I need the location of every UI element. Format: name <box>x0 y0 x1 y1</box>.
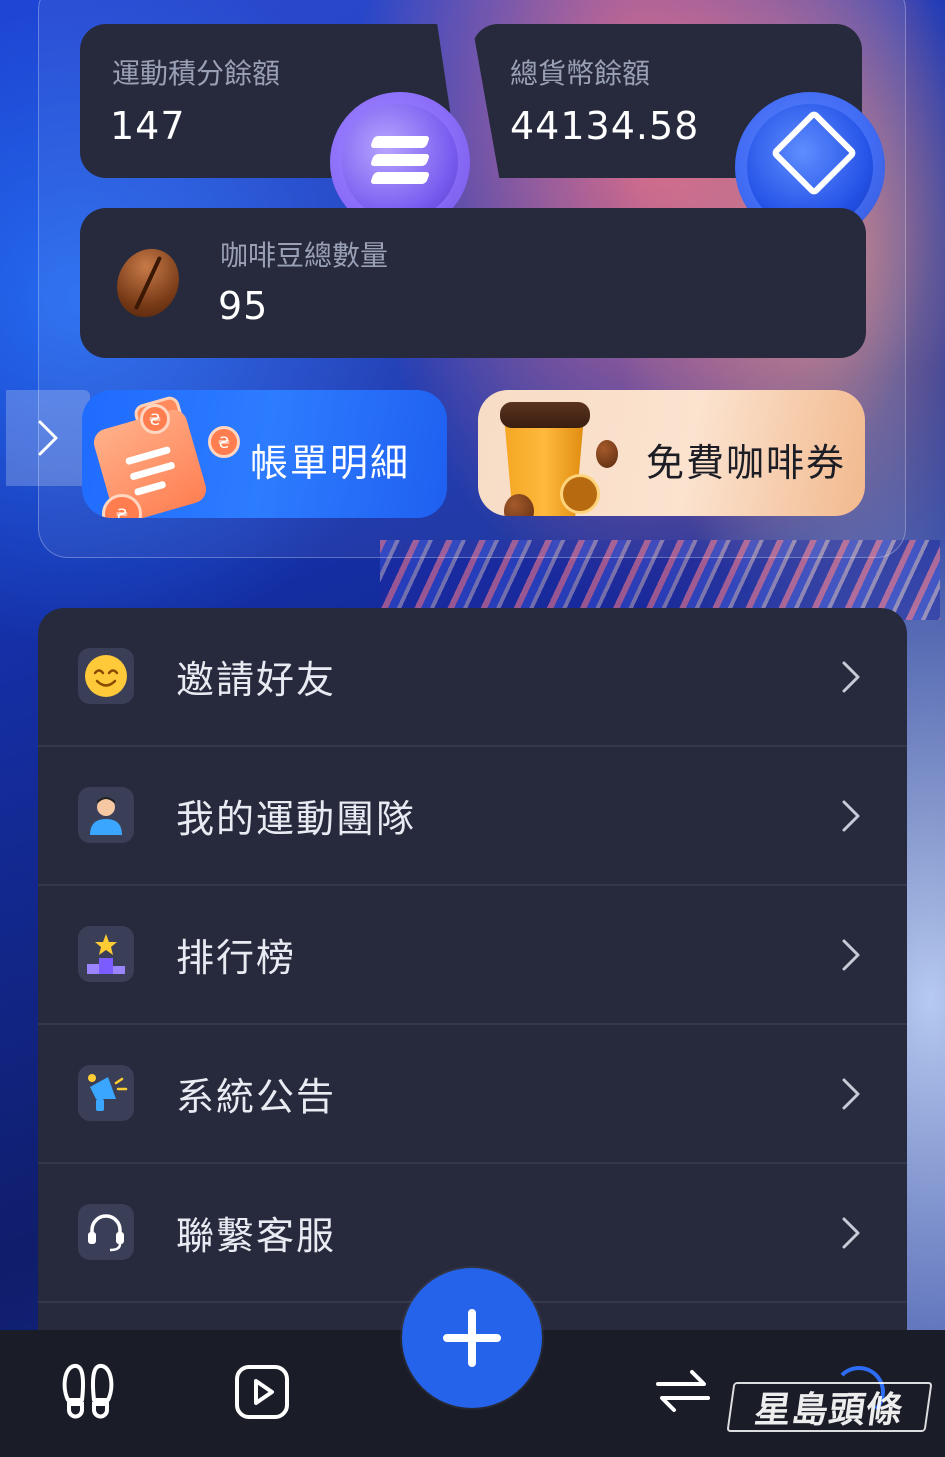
add-button[interactable] <box>402 1268 542 1408</box>
sport-points-value: 147 <box>110 104 186 148</box>
free-coffee-coupon-label: 免費咖啡券 <box>646 441 847 485</box>
chevron-right-icon <box>842 939 860 971</box>
total-currency-value: 44134.58 <box>510 104 700 148</box>
menu-item-my-sport-team[interactable]: 我的運動團隊 <box>38 747 907 886</box>
news-watermark: 星島頭條 <box>726 1382 933 1432</box>
coffee-cup-lid <box>500 402 590 428</box>
plus-icon <box>443 1309 501 1367</box>
total-currency-label: 總貨幣餘額 <box>510 57 651 90</box>
menu-item-label: 邀請好友 <box>176 658 337 702</box>
headset-icon <box>78 1204 134 1260</box>
coffee-bean-icon <box>596 440 618 468</box>
coin-icon: ₴ <box>140 404 170 434</box>
bill-details-button[interactable]: ₴ ₴ ₴ 帳單明細 <box>82 390 447 518</box>
bill-details-label: 帳單明細 <box>250 441 411 485</box>
coffee-beans-label: 咖啡豆總數量 <box>220 239 389 272</box>
podium-star-icon <box>78 926 134 982</box>
side-expand-tab[interactable] <box>6 390 90 486</box>
play-icon[interactable] <box>234 1364 290 1420</box>
menu-item-label: 我的運動團隊 <box>176 797 417 841</box>
coffee-beans-card[interactable]: 咖啡豆總數量 95 <box>80 208 866 358</box>
coffee-beans-value: 95 <box>218 284 269 328</box>
smiley-icon <box>78 648 134 704</box>
exchange-icon[interactable] <box>652 1366 714 1416</box>
footprints-icon[interactable] <box>58 1360 118 1422</box>
menu-item-invite-friends[interactable]: 邀請好友 <box>38 608 907 747</box>
coin-icon: ₴ <box>208 426 240 458</box>
menu-item-label: 排行榜 <box>176 936 297 980</box>
chevron-right-icon <box>842 800 860 832</box>
menu-item-label: 系統公告 <box>176 1075 337 1119</box>
sport-points-label: 運動積分餘額 <box>112 57 281 90</box>
coffee-badge-icon <box>560 474 600 514</box>
menu-item-label: 聯繫客服 <box>176 1214 337 1258</box>
free-coffee-coupon-button[interactable]: 免費咖啡券 <box>478 390 865 516</box>
megaphone-icon <box>78 1065 134 1121</box>
chevron-right-icon <box>38 420 58 456</box>
chevron-right-icon <box>842 1217 860 1249</box>
menu-list: 邀請好友 我的運動團隊 排行榜 系統公告 聯繫客服 <box>38 608 907 1348</box>
chevron-right-icon <box>842 1078 860 1110</box>
user-icon <box>78 787 134 843</box>
chevron-right-icon <box>842 661 860 693</box>
menu-item-leaderboard[interactable]: 排行榜 <box>38 886 907 1025</box>
menu-item-system-announcements[interactable]: 系統公告 <box>38 1025 907 1164</box>
